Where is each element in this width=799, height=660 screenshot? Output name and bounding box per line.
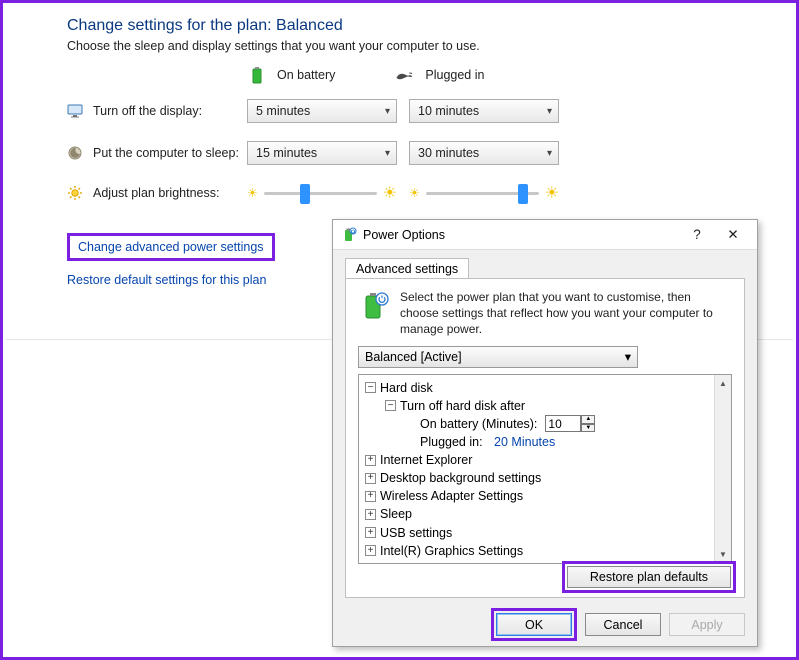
spin-up-icon[interactable]: ▲ xyxy=(581,415,595,424)
sleep-battery-select[interactable]: 15 minutes ▾ xyxy=(247,141,397,165)
ok-button[interactable]: OK xyxy=(496,613,572,636)
app-frame: Change settings for the plan: Balanced C… xyxy=(0,0,799,660)
highlight-ok-btn: OK xyxy=(491,608,577,641)
display-battery-select[interactable]: 5 minutes ▾ xyxy=(247,99,397,123)
row-brightness: Adjust plan brightness: ☀ ☀ ☀ ☀ xyxy=(67,183,772,203)
tree-node[interactable]: Intel(R) Graphics Settings xyxy=(380,542,523,560)
plan-select[interactable]: Balanced [Active] ▾ xyxy=(358,346,638,368)
col-plugged-in: Plugged in xyxy=(395,65,484,85)
expand-icon[interactable]: + xyxy=(365,545,376,556)
minutes-spinner[interactable]: ▲▼ xyxy=(545,415,595,432)
select-value: 15 minutes xyxy=(256,146,317,160)
tree-leaf-label: On battery (Minutes): xyxy=(420,415,537,433)
select-value: 30 minutes xyxy=(418,146,479,160)
expand-icon[interactable]: + xyxy=(365,491,376,502)
select-value: 5 minutes xyxy=(256,104,310,118)
chevron-down-icon: ▾ xyxy=(625,349,631,364)
tree-node[interactable]: Hard disk xyxy=(380,379,433,397)
battery-icon xyxy=(247,65,267,85)
tabstrip: Advanced settings xyxy=(333,250,757,278)
col-label: On battery xyxy=(277,68,335,82)
tree-node[interactable]: Internet Explorer xyxy=(380,451,472,469)
dialog-button-row: OK Cancel Apply xyxy=(333,606,757,651)
brightness-plugged-slider[interactable]: ☀ ☀ xyxy=(409,183,559,203)
display-plugged-select[interactable]: 10 minutes ▾ xyxy=(409,99,559,123)
dialog-description: Select the power plan that you want to c… xyxy=(400,289,732,338)
sleep-plugged-select[interactable]: 30 minutes ▾ xyxy=(409,141,559,165)
highlight-advanced-link: Change advanced power settings xyxy=(67,233,275,261)
chevron-down-icon: ▾ xyxy=(547,148,552,159)
row-label-text: Turn off the display: xyxy=(93,104,202,118)
tree-content: −Hard disk −Turn off hard disk after On … xyxy=(359,375,731,564)
sun-max-icon: ☀ xyxy=(383,183,397,203)
row-label-text: Adjust plan brightness: xyxy=(93,186,219,200)
apply-button[interactable]: Apply xyxy=(669,613,745,636)
column-headers: On battery Plugged in xyxy=(247,65,772,85)
chevron-down-icon: ▾ xyxy=(385,106,390,117)
tree-node[interactable]: Power buttons and lid xyxy=(380,562,500,564)
dialog-titlebar[interactable]: Power Options ? ✕ xyxy=(333,220,757,250)
expand-icon[interactable]: + xyxy=(365,455,376,466)
row-sleep: Put the computer to sleep: 15 minutes ▾ … xyxy=(67,141,772,165)
collapse-icon[interactable]: − xyxy=(365,382,376,393)
expand-icon[interactable]: + xyxy=(365,509,376,520)
chevron-down-icon: ▾ xyxy=(385,148,390,159)
power-plan-icon xyxy=(341,227,357,243)
moon-icon xyxy=(67,145,83,161)
tree-node[interactable]: Wireless Adapter Settings xyxy=(380,487,523,505)
slider-track xyxy=(426,192,539,195)
tree-node[interactable]: Sleep xyxy=(380,505,412,523)
sun-icon xyxy=(67,185,83,201)
settings-tree[interactable]: −Hard disk −Turn off hard disk after On … xyxy=(358,374,732,564)
restore-plan-defaults-button[interactable]: Restore plan defaults xyxy=(567,566,731,588)
help-button[interactable]: ? xyxy=(679,227,715,242)
row-label-text: Put the computer to sleep: xyxy=(93,146,239,160)
tab-panel: Select the power plan that you want to c… xyxy=(345,278,745,598)
tree-leaf-label: Plugged in: xyxy=(420,433,483,451)
power-plan-large-icon xyxy=(358,289,392,323)
scroll-down-icon[interactable]: ▼ xyxy=(715,546,731,563)
tab-advanced-settings[interactable]: Advanced settings xyxy=(345,258,469,279)
sun-min-icon: ☀ xyxy=(247,186,258,200)
tree-node[interactable]: Turn off hard disk after xyxy=(400,397,525,415)
minutes-input[interactable] xyxy=(545,415,581,432)
sun-max-icon: ☀ xyxy=(545,183,559,203)
slider-track xyxy=(264,192,377,195)
scroll-up-icon[interactable]: ▲ xyxy=(715,375,731,392)
row-turn-off-display: Turn off the display: 5 minutes ▾ 10 min… xyxy=(67,99,772,123)
page-title: Change settings for the plan: Balanced xyxy=(67,17,772,35)
expand-icon[interactable]: + xyxy=(365,527,376,538)
highlight-restore-btn: Restore plan defaults xyxy=(562,561,736,593)
slider-thumb[interactable] xyxy=(518,184,528,204)
select-value: 10 minutes xyxy=(418,104,479,118)
brightness-battery-slider[interactable]: ☀ ☀ xyxy=(247,183,397,203)
slider-thumb[interactable] xyxy=(300,184,310,204)
sun-min-icon: ☀ xyxy=(409,186,420,200)
collapse-icon[interactable]: − xyxy=(385,400,396,411)
tree-node[interactable]: USB settings xyxy=(380,524,452,542)
cancel-button[interactable]: Cancel xyxy=(585,613,661,636)
col-label: Plugged in xyxy=(425,68,484,82)
expand-icon[interactable]: + xyxy=(365,473,376,484)
page-subtitle: Choose the sleep and display settings th… xyxy=(67,39,772,53)
col-on-battery: On battery xyxy=(247,65,335,85)
close-button[interactable]: ✕ xyxy=(715,227,751,243)
spin-down-icon[interactable]: ▼ xyxy=(581,424,595,433)
plan-select-value: Balanced [Active] xyxy=(365,350,462,364)
tree-scrollbar[interactable]: ▲ ▼ xyxy=(714,375,731,563)
power-options-dialog: Power Options ? ✕ Advanced settings Sele… xyxy=(332,219,758,647)
tree-node[interactable]: Desktop background settings xyxy=(380,469,541,487)
dialog-title: Power Options xyxy=(363,228,679,242)
restore-defaults-link[interactable]: Restore default settings for this plan xyxy=(67,273,266,287)
plug-icon xyxy=(395,65,415,85)
change-advanced-link[interactable]: Change advanced power settings xyxy=(78,240,264,254)
monitor-icon xyxy=(67,103,83,119)
chevron-down-icon: ▾ xyxy=(547,106,552,117)
tree-leaf-value-link[interactable]: 20 Minutes xyxy=(494,433,555,451)
